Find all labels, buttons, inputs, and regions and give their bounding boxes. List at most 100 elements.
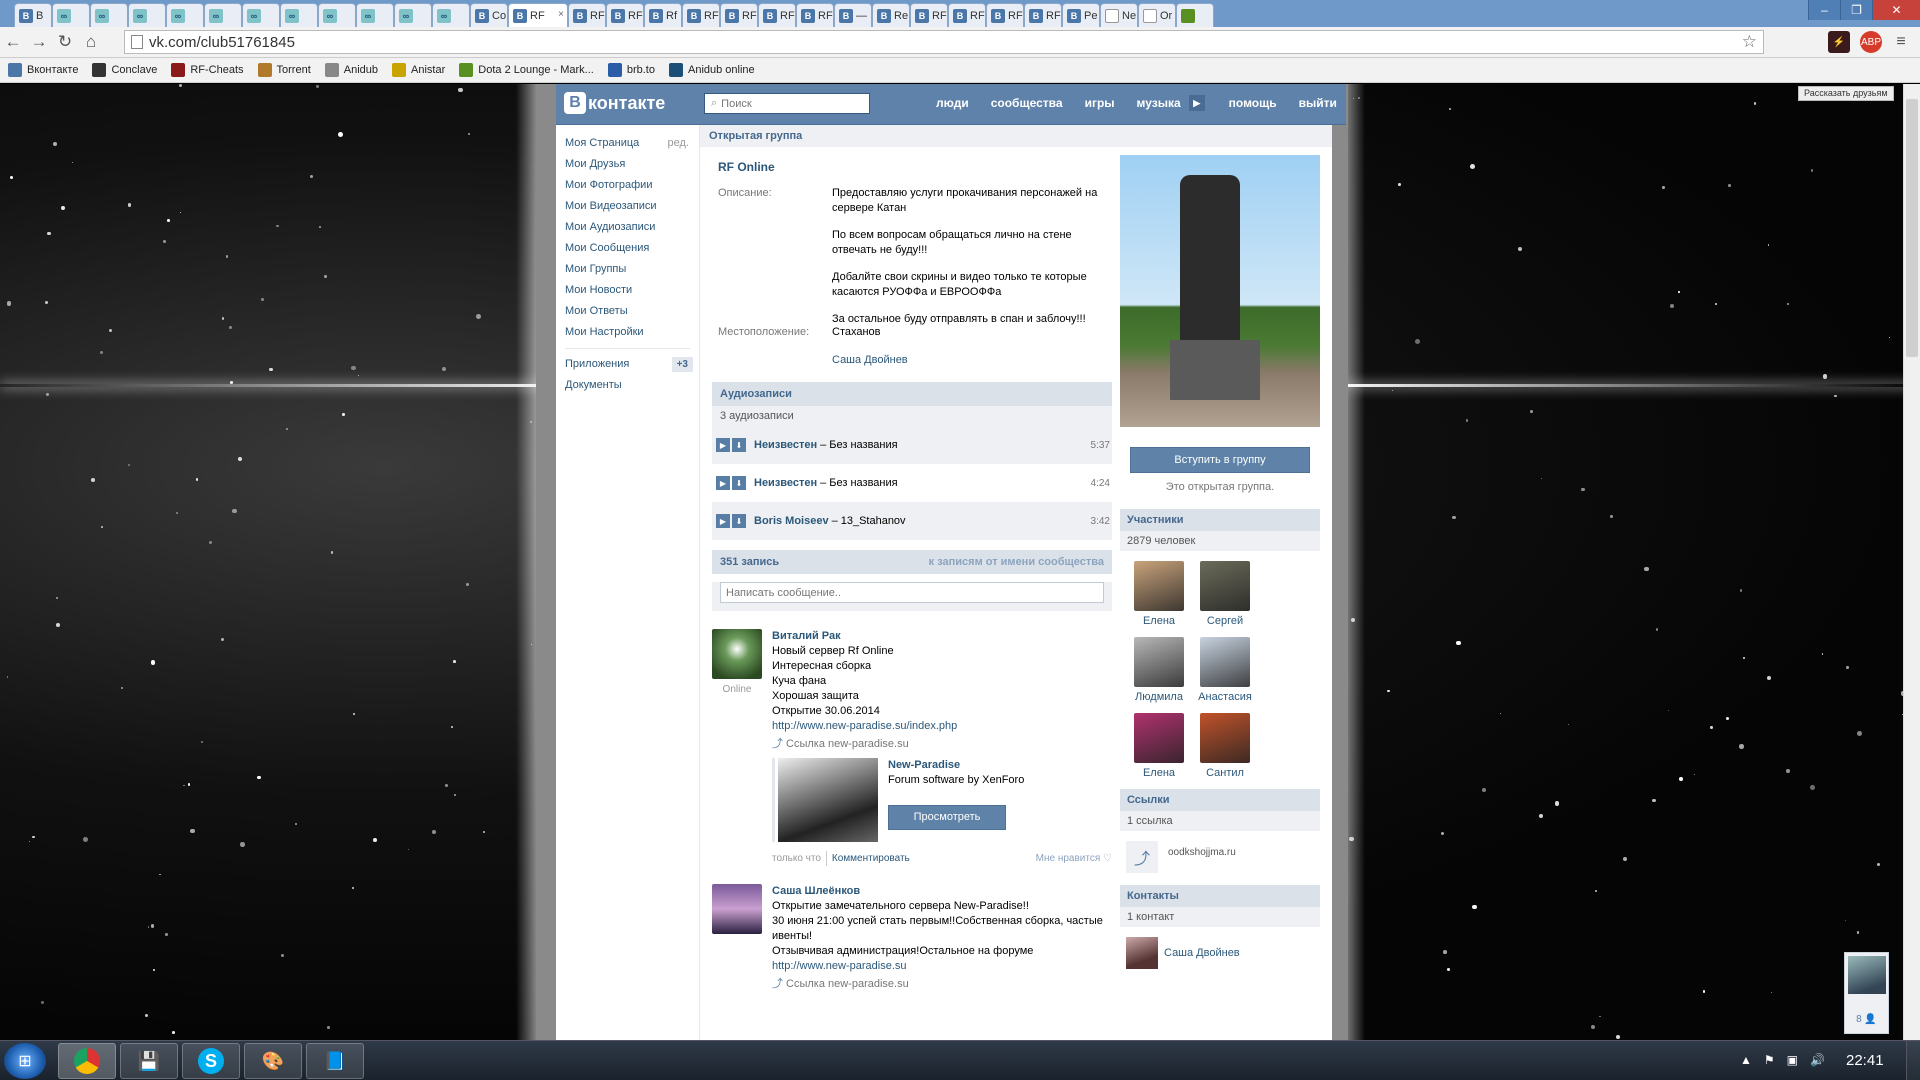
audio-header[interactable]: Аудиозаписи: [712, 382, 1112, 406]
play-icon[interactable]: ▶: [716, 476, 730, 490]
browser-tab[interactable]: ∞: [318, 3, 356, 27]
nav-logout[interactable]: выйти: [1299, 96, 1337, 111]
close-window-button[interactable]: ✕: [1872, 0, 1920, 20]
like-button[interactable]: Мне нравится ♡: [1036, 851, 1112, 866]
bookmark-star-icon[interactable]: ☆: [1742, 32, 1757, 52]
left-menu-item[interactable]: Мои Аудиозаписи: [556, 217, 699, 238]
browser-tab[interactable]: B RF ×: [508, 3, 568, 27]
link-preview-thumbnail[interactable]: [778, 758, 878, 842]
location-value[interactable]: Стаханов: [832, 325, 1104, 340]
left-menu-item[interactable]: Мои Ответы: [556, 301, 699, 322]
post-author[interactable]: Саша Шлеёнков: [772, 884, 1112, 899]
members-title[interactable]: Участники: [1120, 509, 1320, 531]
contacts-title[interactable]: Контакты: [1120, 885, 1320, 907]
browser-tab[interactable]: ∞: [128, 3, 166, 27]
chat-widget[interactable]: 8 👤: [1844, 952, 1889, 1034]
bookmark-item[interactable]: Anistar: [392, 63, 445, 77]
track-artist[interactable]: Неизвестен: [754, 439, 817, 451]
member-item[interactable]: Сантил: [1192, 713, 1258, 779]
play-icon[interactable]: ▶: [716, 514, 730, 528]
link-item[interactable]: ⤴ oodkshojjma.ru: [1120, 831, 1320, 873]
wall-filter-link[interactable]: к записям от имени сообщества: [929, 556, 1104, 568]
browser-tab[interactable]: B RF: [986, 3, 1024, 27]
browser-tab[interactable]: B RF: [948, 3, 986, 27]
left-menu-item[interactable]: Мои Фотографии: [556, 175, 699, 196]
left-menu-item[interactable]: Документы: [556, 375, 699, 396]
adblock-icon[interactable]: ABP: [1860, 31, 1882, 53]
post-author-avatar[interactable]: [712, 884, 762, 934]
taskbar-notes[interactable]: 📘: [306, 1043, 364, 1079]
download-icon[interactable]: ⬇: [732, 476, 746, 490]
vk-search-input[interactable]: ⌕ Поиск: [704, 93, 870, 114]
browser-tab[interactable]: B Co: [470, 3, 508, 27]
left-menu-item[interactable]: Мои Видеозаписи: [556, 196, 699, 217]
extension-icon[interactable]: ⚡: [1828, 31, 1850, 53]
wall-count[interactable]: 351 запись: [720, 556, 779, 568]
play-icon[interactable]: ▶: [1188, 95, 1205, 111]
close-tab-icon[interactable]: ×: [558, 9, 564, 20]
browser-tab[interactable]: [1176, 3, 1214, 27]
nav-games[interactable]: игры: [1085, 96, 1115, 111]
browser-tab[interactable]: B RF: [606, 3, 644, 27]
left-menu-item[interactable]: Моя Страница ред.: [556, 133, 699, 154]
post-author-avatar[interactable]: [712, 629, 762, 679]
left-menu-item[interactable]: Мои Сообщения: [556, 238, 699, 259]
comment-link[interactable]: Комментировать: [825, 851, 910, 866]
nav-people[interactable]: люди: [936, 96, 969, 111]
browser-tab[interactable]: Or: [1138, 3, 1176, 27]
nav-communities[interactable]: сообщества: [991, 96, 1063, 111]
play-icon[interactable]: ▶: [716, 438, 730, 452]
browser-tab[interactable]: ∞: [432, 3, 470, 27]
browser-tab[interactable]: ∞: [280, 3, 318, 27]
browser-tab[interactable]: Ne: [1100, 3, 1138, 27]
browser-tab[interactable]: B RF: [568, 3, 606, 27]
browser-tab[interactable]: B Pe: [1062, 3, 1100, 27]
show-desktop-button[interactable]: [1906, 1041, 1920, 1080]
start-button[interactable]: ⊞: [4, 1043, 46, 1079]
browser-tab[interactable]: B RF: [758, 3, 796, 27]
browser-tab[interactable]: ∞: [90, 3, 128, 27]
vk-logo[interactable]: Вконтакте: [564, 92, 665, 114]
taskbar-clock[interactable]: 22:41: [1846, 1052, 1884, 1069]
taskbar-chrome[interactable]: [58, 1043, 116, 1079]
menu-icon[interactable]: ≡: [1890, 31, 1912, 53]
member-item[interactable]: Елена: [1126, 713, 1192, 779]
group-avatar[interactable]: [1120, 155, 1320, 427]
download-icon[interactable]: ⬇: [732, 438, 746, 452]
taskbar-floppy[interactable]: 💾: [120, 1043, 178, 1079]
nav-music[interactable]: музыка: [1137, 96, 1181, 111]
track-artist[interactable]: Boris Moiseev: [754, 515, 829, 527]
maximize-button[interactable]: ❐: [1840, 0, 1872, 20]
flag-icon[interactable]: ⚑: [1764, 1053, 1775, 1067]
bookmark-item[interactable]: Conclave: [92, 63, 157, 77]
contact-item[interactable]: Саша Двойнев: [1120, 927, 1320, 969]
bookmark-item[interactable]: RF-Cheats: [171, 63, 244, 77]
browser-tab[interactable]: ∞: [204, 3, 242, 27]
left-menu-item[interactable]: Мои Друзья: [556, 154, 699, 175]
bookmark-item[interactable]: Вконтакте: [8, 63, 78, 77]
bookmark-item[interactable]: brb.to: [607, 63, 655, 77]
track-artist[interactable]: Неизвестен: [754, 477, 817, 489]
wall-post-input[interactable]: Написать сообщение..: [720, 582, 1104, 603]
taskbar-skype[interactable]: S: [182, 1043, 240, 1079]
scrollbar-thumb[interactable]: [1906, 99, 1918, 357]
post-author[interactable]: Виталий Рак: [772, 629, 1112, 644]
browser-tab[interactable]: ∞: [356, 3, 394, 27]
volume-icon[interactable]: 🔊: [1810, 1053, 1825, 1067]
edit-link[interactable]: ред.: [668, 133, 689, 154]
address-bar[interactable]: vk.com/club51761845 ☆: [124, 30, 1764, 54]
member-item[interactable]: Людмила: [1126, 637, 1192, 703]
home-button[interactable]: ⌂: [78, 29, 104, 55]
minimize-button[interactable]: –: [1808, 0, 1840, 20]
link-preview-title[interactable]: New-Paradise: [888, 758, 1024, 773]
member-item[interactable]: Елена: [1126, 561, 1192, 627]
bookmark-item[interactable]: Dota 2 Lounge - Mark...: [459, 63, 594, 77]
browser-tab[interactable]: B RF: [910, 3, 948, 27]
browser-tab[interactable]: ∞: [166, 3, 204, 27]
audio-track[interactable]: ▶ ⬇ Неизвестен – Без названия 5:37: [712, 426, 1112, 464]
left-menu-item[interactable]: Мои Группы: [556, 259, 699, 280]
forward-button[interactable]: →: [26, 29, 52, 55]
member-item[interactable]: Анастасия: [1192, 637, 1258, 703]
tray-expand-icon[interactable]: ▲: [1740, 1053, 1752, 1067]
post-link[interactable]: http://www.new-paradise.su: [772, 959, 1112, 974]
